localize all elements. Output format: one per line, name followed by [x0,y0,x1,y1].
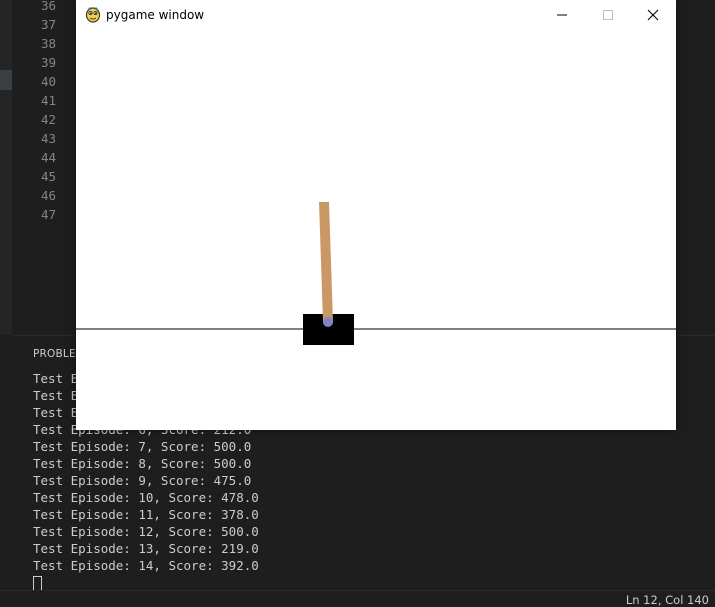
axle [323,317,333,327]
window-title: pygame window [106,8,205,22]
editor-left-strip [0,0,12,335]
line-number: 45 [40,169,56,184]
line-number: 37 [40,17,56,32]
terminal-line: Test Episode: 14, Score: 392.0 [33,558,259,573]
line-number: 43 [40,131,56,146]
terminal-line: Test Episode: 8, Score: 500.0 [33,456,252,471]
canvas-background [76,30,676,430]
line-number: 42 [40,112,56,127]
line-number: 46 [40,188,56,203]
line-number: 41 [40,93,56,108]
maximize-button[interactable] [585,0,631,30]
window-titlebar[interactable]: pygame window [76,0,676,30]
terminal-line: Test Episode: 13, Score: 219.0 [33,541,259,556]
cartpole-canvas [76,30,676,430]
pygame-window[interactable]: pygame window [76,0,676,430]
close-icon [647,9,659,21]
line-number: 44 [40,150,56,165]
pygame-snake-icon [85,6,101,23]
minimize-button[interactable] [539,0,585,30]
line-number: 39 [40,55,56,70]
active-line-indicator [0,70,12,90]
line-number: 40 [40,74,56,89]
terminal-line: Test Episode: 7, Score: 500.0 [33,439,252,454]
line-number: 36 [40,0,56,13]
minimize-icon [557,14,567,16]
terminal-line: Test Episode: 9, Score: 475.0 [33,473,252,488]
terminal-line: Test Episode: 10, Score: 478.0 [33,490,259,505]
terminal-line: Test Episode: 12, Score: 500.0 [33,524,259,539]
line-number: 38 [40,36,56,51]
status-bar: Ln 12, Col 140 [0,590,715,607]
terminal-line: Test Episode: 11, Score: 378.0 [33,507,259,522]
terminal-prompt[interactable] [33,574,713,592]
line-number: 47 [40,207,56,222]
close-button[interactable] [630,0,676,30]
maximize-icon [603,10,613,20]
cursor-position[interactable]: Ln 12, Col 140 [626,593,709,607]
